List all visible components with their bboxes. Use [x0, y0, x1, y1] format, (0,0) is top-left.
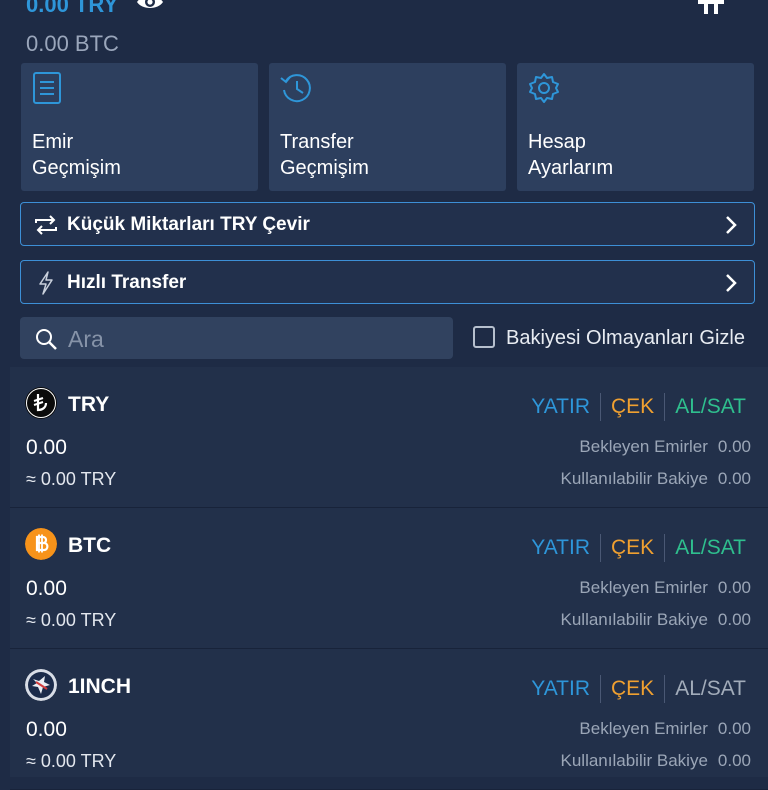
asset-approx-value: ≈ 0.00 TRY — [26, 469, 117, 489]
lightning-icon — [39, 271, 53, 295]
withdraw-button[interactable]: ÇEK — [611, 395, 654, 419]
divider — [664, 534, 666, 562]
eye-icon[interactable] — [136, 0, 164, 12]
account-settings-tile[interactable]: Hesap Ayarlarım — [517, 63, 754, 191]
divider — [664, 675, 666, 703]
asset-row-btc: BTC YATIR ÇEK AL/SAT 0.00 ≈ 0.00 TRY Bek… — [10, 508, 768, 649]
pending-orders: Bekleyen Emirler 0.00 — [579, 578, 751, 597]
total-balance-try: 0.00 TRY — [26, 0, 119, 17]
hide-zero-balance-checkbox[interactable] — [473, 326, 495, 348]
asset-approx-value: ≈ 0.00 TRY — [26, 751, 117, 771]
available-balance: Kullanılabilir Bakiye 0.00 — [560, 469, 752, 488]
asset-amount: 0.00 — [26, 436, 67, 459]
transfer-history-tile[interactable]: Transfer Geçmişim — [269, 63, 506, 191]
order-history-tile[interactable]: Emir Geçmişim — [21, 63, 258, 191]
chevron-right-icon — [726, 216, 737, 234]
total-balance-btc: 0.00 BTC — [26, 31, 119, 56]
chevron-right-icon — [726, 274, 737, 292]
asset-row-try: TRY YATIR ÇEK AL/SAT 0.00 ≈ 0.00 TRY Bek… — [10, 367, 768, 508]
search-icon — [36, 329, 57, 350]
deposit-button[interactable]: YATIR — [531, 536, 590, 560]
divider — [664, 393, 666, 421]
quick-transfer-button[interactable]: Hızlı Transfer — [20, 260, 755, 304]
search-placeholder: Ara — [68, 326, 104, 352]
convert-small-amounts-button[interactable]: Küçük Miktarları TRY Çevir — [20, 202, 755, 246]
deposit-button[interactable]: YATIR — [531, 395, 590, 419]
asset-approx-value: ≈ 0.00 TRY — [26, 610, 117, 630]
asset-actions: YATIR ÇEK AL/SAT — [531, 534, 746, 562]
asset-amount: 0.00 — [26, 577, 67, 600]
trade-button[interactable]: AL/SAT — [675, 536, 746, 560]
quick-transfer-label: Hızlı Transfer — [67, 272, 187, 293]
available-balance: Kullanılabilir Bakiye 0.00 — [560, 610, 752, 629]
search-input[interactable]: Ara — [20, 317, 453, 359]
asset-actions: YATIR ÇEK AL/SAT — [531, 675, 746, 703]
divider — [600, 534, 601, 562]
pending-orders: Bekleyen Emirler 0.00 — [579, 719, 751, 738]
tile-label: Emir Geçmişim — [32, 131, 121, 179]
trade-button[interactable]: AL/SAT — [675, 677, 746, 701]
megaphone-icon[interactable] — [694, 0, 728, 18]
document-list-icon — [33, 72, 61, 104]
try-coin-icon — [25, 387, 57, 419]
pending-orders: Bekleyen Emirler 0.00 — [579, 437, 751, 456]
btc-coin-icon — [25, 528, 57, 560]
asset-symbol: 1INCH — [68, 675, 132, 698]
asset-amount: 0.00 — [26, 718, 67, 741]
asset-actions: YATIR ÇEK AL/SAT — [531, 393, 746, 421]
history-clock-icon — [280, 74, 311, 103]
convert-small-amounts-label: Küçük Miktarları TRY Çevir — [67, 214, 310, 235]
1inch-coin-icon — [25, 669, 57, 701]
deposit-button[interactable]: YATIR — [531, 677, 590, 701]
withdraw-button[interactable]: ÇEK — [611, 536, 654, 560]
withdraw-button[interactable]: ÇEK — [611, 677, 654, 701]
tile-label: Hesap Ayarlarım — [528, 131, 614, 179]
asset-symbol: BTC — [68, 534, 112, 557]
divider — [600, 675, 601, 703]
available-balance: Kullanılabilir Bakiye 0.00 — [560, 751, 752, 770]
asset-row-1inch: 1INCH YATIR ÇEK AL/SAT 0.00 ≈ 0.00 TRY B… — [10, 649, 768, 790]
trade-button[interactable]: AL/SAT — [675, 395, 746, 419]
gear-icon — [529, 73, 559, 103]
tile-label: Transfer Geçmişim — [280, 131, 369, 179]
hide-zero-balance-label[interactable]: Bakiyesi Olmayanları Gizle — [506, 327, 745, 350]
swap-arrows-icon — [35, 215, 57, 235]
asset-symbol: TRY — [68, 393, 110, 416]
divider — [600, 393, 601, 421]
